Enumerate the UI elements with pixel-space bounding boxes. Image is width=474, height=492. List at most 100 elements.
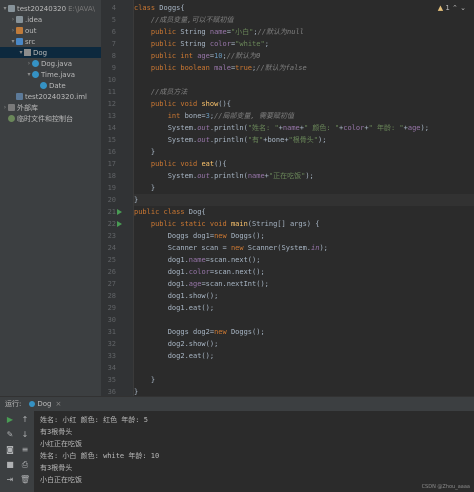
line-number[interactable]: 14 [101,122,116,134]
code-line[interactable]: dog2.show(); [134,338,219,350]
code-line[interactable]: } [134,146,155,158]
line-number[interactable]: 27 [101,278,116,290]
tree-item[interactable]: › out [0,25,101,36]
code-token: Dog{ [188,208,206,216]
code-line[interactable]: dog2.eat(); [134,350,214,362]
code-token: main [230,220,248,228]
tree-item[interactable]: › .idea [0,14,101,25]
code-line[interactable]: public static void main(String[] args) { [134,218,320,230]
rerun-icon[interactable]: ▶ [5,415,15,425]
console-output[interactable]: 姓名: 小红 颜色: 红色 年龄: 5 有3根骨头 小红正在吃饭 姓名: 小白 颜色:… [36,411,474,488]
line-number[interactable]: 24 [101,242,116,254]
line-number[interactable]: 32 [101,338,116,350]
camera-icon[interactable]: ◙ [5,445,15,455]
code-line[interactable]: public boolean male=true;//默认为false [134,62,307,74]
line-number[interactable]: 28 [101,290,116,302]
stop-icon[interactable]: ■ [5,460,15,470]
line-number[interactable]: 15 [101,134,116,146]
tree-item[interactable]: test20240320.iml [0,91,101,102]
line-number[interactable]: 13 [101,110,116,122]
code-line[interactable]: } [134,182,155,194]
line-number[interactable]: 22 [101,218,116,230]
code-editor[interactable]: ▲ 1 ⌃ ⌄ class Doggs{ //成员变量,可以不赋初值 publi… [134,0,474,396]
code-line[interactable]: public void eat(){ [134,158,227,170]
run-gutter-icon[interactable] [117,221,122,227]
chevron-down-icon[interactable]: ⌄ [460,4,466,12]
tree-item[interactable]: ▾ Time.java [0,69,101,80]
code-line[interactable]: } [134,374,155,386]
arrow-up-icon[interactable]: ↑ [20,415,30,425]
line-number[interactable]: 17 [101,158,116,170]
close-icon[interactable]: × [55,400,61,408]
code-line[interactable]: Doggs dog2=new Doggs(); [134,326,265,338]
code-line[interactable]: public void show(){ [134,98,231,110]
trash-icon[interactable]: 🗑 [20,475,30,485]
exit-icon[interactable]: ⇥ [5,475,15,485]
wrench-icon[interactable]: ✎ [5,430,15,440]
run-gutter-icon[interactable] [117,209,122,215]
line-number[interactable]: 20 [101,194,116,206]
tree-item[interactable]: ▾ src [0,36,101,47]
chevron-up-icon[interactable]: ⌃ [452,4,458,12]
code-token: name [247,172,265,180]
line-number[interactable]: 6 [101,26,116,38]
line-number[interactable]: 19 [101,182,116,194]
code-line[interactable]: public String color="white"; [134,38,269,50]
code-token: true [235,64,253,72]
code-line[interactable]: public class Dog{ [134,206,206,218]
line-number[interactable]: 26 [101,266,116,278]
tree-item[interactable]: ▾ Dog [0,47,101,58]
code-line[interactable]: dog1.color=scan.next(); [134,266,265,278]
tree-item[interactable]: Date [0,80,101,91]
code-line[interactable]: System.out.println(name+"正在吃饭"); [134,170,314,182]
line-number[interactable]: 25 [101,254,116,266]
line-number[interactable]: 35 [101,374,116,386]
line-number[interactable]: 23 [101,230,116,242]
code-line[interactable]: dog1.eat(); [134,302,214,314]
line-number[interactable]: 34 [101,362,116,374]
line-number[interactable]: 9 [101,62,116,74]
line-number[interactable]: 29 [101,302,116,314]
run-tab-dog[interactable]: Dog × [29,400,61,408]
code-line[interactable]: } [134,386,138,396]
line-number[interactable]: 16 [101,146,116,158]
print-icon[interactable]: ⎙ [20,460,30,470]
line-number[interactable]: 33 [101,350,116,362]
code-line[interactable]: //成员变量,可以不赋初值 [134,14,234,26]
code-line[interactable]: class Doggs{ [134,2,185,14]
code-line[interactable]: int bone=3;//局部变量, 需要赋初值 [134,110,294,122]
line-number[interactable]: 4 [101,2,116,14]
code-line[interactable]: System.out.println("姓名: "+name+" 颜色: "+c… [134,122,429,134]
code-token: public class [134,208,189,216]
line-number[interactable]: 30 [101,314,116,326]
line-number[interactable]: 8 [101,50,116,62]
line-number[interactable]: 11 [101,86,116,98]
tree-item[interactable]: › Dog.java [0,58,101,69]
code-line[interactable]: dog1.show(); [134,290,219,302]
tree-item[interactable]: › 外部库 [0,102,101,113]
code-token: "正在吃饭" [268,172,306,180]
code-line[interactable]: //成员方法 [134,86,187,98]
code-token: age [407,124,421,132]
line-number[interactable]: 5 [101,14,116,26]
code-line[interactable]: System.out.println("有"+bone+"根骨头"); [134,134,327,146]
soft-wrap-icon[interactable]: ≡ [20,445,30,455]
line-number[interactable]: 31 [101,326,116,338]
tree-item[interactable]: 临时文件和控制台 [0,113,101,124]
code-line[interactable]: public String name="小白";//默认为null [134,26,304,38]
code-line[interactable]: dog1.name=scan.next(); [134,254,261,266]
code-line[interactable]: Scanner scan = new Scanner(System.in); [134,242,328,254]
code-line[interactable]: } [134,194,474,206]
arrow-down-icon[interactable]: ↓ [20,430,30,440]
line-number[interactable]: 12 [101,98,116,110]
line-number[interactable]: 18 [101,170,116,182]
tree-item[interactable]: ▾ test20240320 E:\JAVA\ [0,3,101,14]
line-number[interactable]: 21 [101,206,116,218]
code-line[interactable]: public int age=10;//默认为0 [134,50,261,62]
inspection-widget[interactable]: ▲ 1 ⌃ ⌄ [438,4,466,12]
line-number[interactable]: 7 [101,38,116,50]
code-line[interactable]: Doggs dog1=new Doggs(); [134,230,265,242]
line-number[interactable]: 10 [101,74,116,86]
folder-icon [16,16,23,23]
code-line[interactable]: dog1.age=scan.nextInt(); [134,278,269,290]
